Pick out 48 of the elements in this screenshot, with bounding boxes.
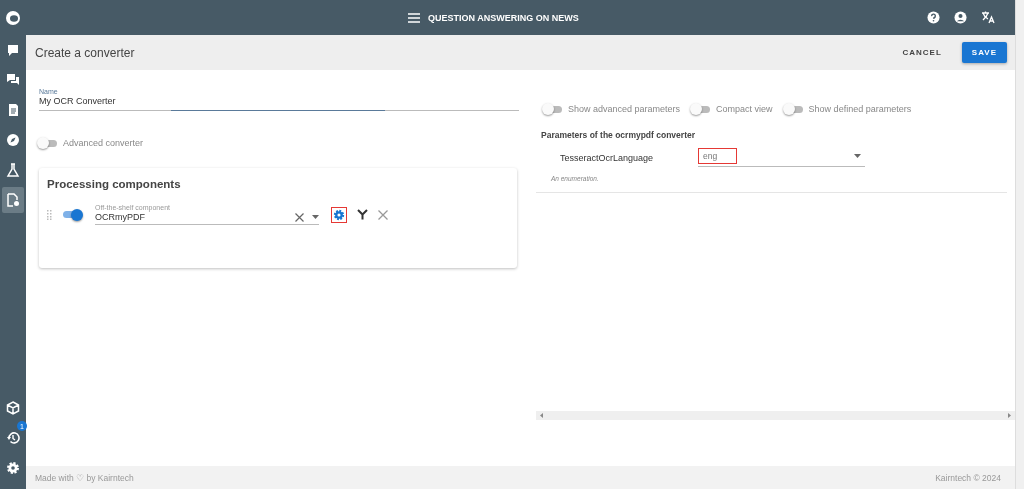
footer-credit: Made with ♡ by Kairntech xyxy=(35,472,134,483)
field-value: OCRmyPDF xyxy=(95,212,146,222)
menu-icon[interactable] xyxy=(408,12,420,23)
history-icon xyxy=(6,431,20,445)
page-title: Create a converter xyxy=(35,45,135,60)
save-button[interactable]: SAVE xyxy=(961,42,1007,63)
dropdown-caret-icon[interactable] xyxy=(854,154,861,158)
copyright: Kairntech © 2024 xyxy=(935,472,1001,483)
select-value: eng xyxy=(698,148,737,164)
help-icon[interactable] xyxy=(927,11,940,24)
toggle-label: Compact view xyxy=(716,104,773,114)
account-icon[interactable] xyxy=(954,11,967,24)
scroll-right-icon[interactable] xyxy=(1008,413,1011,418)
toggle-switch[interactable] xyxy=(784,105,803,113)
section-title: Parameters of the ocrmypdf converter xyxy=(541,130,696,140)
settings-icon xyxy=(6,461,20,475)
toggle-label: Show defined parameters xyxy=(808,104,912,114)
field-value: My OCR Converter xyxy=(39,96,117,106)
question-bubble-icon xyxy=(6,43,20,57)
file-gear-icon xyxy=(6,193,20,207)
toggle-switch[interactable] xyxy=(63,211,81,218)
logo-icon xyxy=(5,9,21,26)
card-title: Processing components xyxy=(47,178,182,190)
clear-icon[interactable] xyxy=(295,212,304,222)
settings-icon xyxy=(333,208,345,221)
toggle-switch[interactable] xyxy=(692,105,711,113)
remove-icon[interactable] xyxy=(378,209,388,220)
cube-icon xyxy=(6,401,20,415)
chat-icon xyxy=(6,73,20,87)
parameter-name: TesseractOcrLanguage xyxy=(560,152,655,163)
toggle-label: Advanced converter xyxy=(63,138,144,148)
translate-icon[interactable] xyxy=(981,11,995,24)
compass-icon xyxy=(6,133,20,147)
settings-button[interactable] xyxy=(331,206,347,223)
app-title: QUESTION ANSWERING ON NEWS xyxy=(428,12,579,23)
dropdown-caret-icon[interactable] xyxy=(312,215,319,219)
toggle-switch[interactable] xyxy=(39,139,57,147)
flask-icon xyxy=(6,163,20,177)
toggle-switch[interactable] xyxy=(544,105,562,113)
sidebar-item[interactable] xyxy=(2,187,24,213)
fork-icon[interactable] xyxy=(357,209,368,220)
cancel-button[interactable]: CANCEL xyxy=(894,42,950,63)
document-icon xyxy=(6,103,20,117)
parameter-select[interactable]: eng xyxy=(698,148,865,167)
toggle-label: Show advanced parameters xyxy=(568,104,681,114)
vertical-scrollbar[interactable] xyxy=(1015,0,1024,489)
scroll-left-icon[interactable] xyxy=(540,413,543,418)
drag-handle-icon[interactable] xyxy=(47,209,53,220)
